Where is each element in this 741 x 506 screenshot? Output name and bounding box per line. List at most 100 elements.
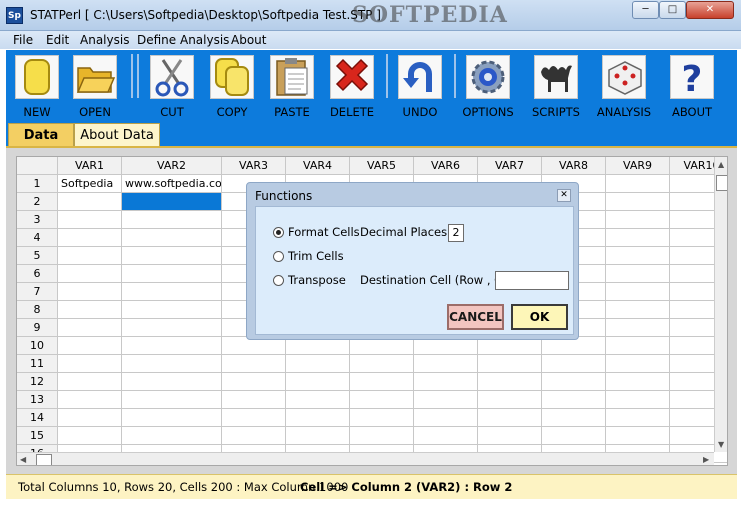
grid-cell[interactable] (606, 337, 670, 355)
analysis-button[interactable]: ANALYSIS (597, 53, 651, 119)
grid-cell[interactable]: Softpedia (58, 175, 122, 193)
grid-corner[interactable] (17, 157, 58, 175)
grid-cell[interactable] (414, 409, 478, 427)
grid-cell[interactable] (286, 391, 350, 409)
grid-cell[interactable] (414, 427, 478, 445)
grid-cell[interactable] (122, 211, 222, 229)
grid-cell[interactable] (58, 283, 122, 301)
copy-button[interactable]: COPY (206, 53, 258, 119)
scroll-left-icon[interactable]: ◀ (20, 455, 26, 464)
grid-cell[interactable] (122, 265, 222, 283)
vertical-scroll-thumb[interactable] (716, 175, 727, 191)
grid-cell[interactable] (542, 409, 606, 427)
grid-cell[interactable] (606, 373, 670, 391)
delete-button[interactable]: DELETE (326, 53, 378, 119)
grid-cell-selected[interactable] (122, 193, 222, 211)
grid-cell[interactable] (606, 301, 670, 319)
grid-cell[interactable] (414, 391, 478, 409)
grid-cell[interactable] (606, 247, 670, 265)
menu-define-analysis[interactable]: Define Analysis (137, 33, 229, 47)
row-header[interactable]: 9 (17, 319, 58, 337)
grid-cell[interactable] (58, 247, 122, 265)
grid-cell[interactable] (478, 373, 542, 391)
grid-cell[interactable] (542, 355, 606, 373)
grid-cell[interactable] (542, 427, 606, 445)
grid-cell[interactable] (350, 427, 414, 445)
grid-cell[interactable] (606, 409, 670, 427)
grid-cell[interactable] (606, 211, 670, 229)
grid-cell[interactable] (122, 319, 222, 337)
row-header[interactable]: 4 (17, 229, 58, 247)
grid-cell[interactable] (122, 229, 222, 247)
row-header[interactable]: 11 (17, 355, 58, 373)
grid-cell[interactable] (286, 373, 350, 391)
column-header[interactable]: VAR7 (478, 157, 542, 175)
horizontal-scroll-thumb[interactable] (36, 454, 52, 465)
grid-cell[interactable] (350, 373, 414, 391)
row-header[interactable]: 15 (17, 427, 58, 445)
open-button[interactable]: OPEN (69, 53, 121, 119)
app-icon[interactable]: Sp (6, 7, 23, 24)
column-header[interactable]: VAR2 (122, 157, 222, 175)
column-header[interactable]: VAR8 (542, 157, 606, 175)
grid-cell[interactable] (122, 391, 222, 409)
new-button[interactable]: NEW (11, 53, 63, 119)
scripts-button[interactable]: SCRIPTS (530, 53, 582, 119)
grid-cell[interactable] (122, 373, 222, 391)
grid-cell[interactable] (286, 427, 350, 445)
grid-cell[interactable] (58, 229, 122, 247)
column-header[interactable]: VAR9 (606, 157, 670, 175)
grid-cell[interactable] (58, 211, 122, 229)
grid-cell[interactable] (606, 283, 670, 301)
about-button[interactable]: ? ABOUT (666, 53, 718, 119)
menu-about[interactable]: About (231, 33, 266, 47)
grid-cell[interactable] (122, 301, 222, 319)
grid-cell[interactable] (478, 391, 542, 409)
grid-cell[interactable] (58, 355, 122, 373)
dialog-close-icon[interactable]: ✕ (557, 189, 571, 202)
grid-cell[interactable] (286, 355, 350, 373)
grid-cell[interactable] (606, 265, 670, 283)
menu-file[interactable]: File (13, 33, 33, 47)
row-header[interactable]: 2 (17, 193, 58, 211)
grid-cell[interactable] (122, 427, 222, 445)
row-header[interactable]: 6 (17, 265, 58, 283)
grid-cell[interactable] (286, 409, 350, 427)
row-header[interactable]: 1 (17, 175, 58, 193)
grid-cell[interactable] (58, 409, 122, 427)
column-header[interactable]: VAR4 (286, 157, 350, 175)
scroll-down-icon[interactable]: ▼ (718, 440, 724, 449)
column-header[interactable]: VAR5 (350, 157, 414, 175)
cut-button[interactable]: CUT (146, 53, 198, 119)
row-header[interactable]: 13 (17, 391, 58, 409)
grid-cell[interactable] (350, 355, 414, 373)
row-header[interactable]: 12 (17, 373, 58, 391)
grid-cell[interactable] (122, 355, 222, 373)
grid-cell[interactable] (606, 391, 670, 409)
grid-cell[interactable] (606, 175, 670, 193)
grid-cell[interactable] (478, 355, 542, 373)
paste-button[interactable]: PASTE (266, 53, 318, 119)
tab-about-data[interactable]: About Data (74, 123, 160, 148)
grid-cell[interactable] (222, 373, 286, 391)
row-header[interactable]: 7 (17, 283, 58, 301)
menu-edit[interactable]: Edit (46, 33, 69, 47)
grid-cell[interactable] (58, 301, 122, 319)
column-header[interactable]: VAR3 (222, 157, 286, 175)
cancel-button[interactable]: CANCEL (447, 304, 504, 330)
ok-button[interactable]: OK (511, 304, 568, 330)
grid-cell[interactable] (542, 373, 606, 391)
tab-data[interactable]: Data (8, 123, 74, 148)
row-header[interactable]: 10 (17, 337, 58, 355)
grid-cell[interactable] (58, 265, 122, 283)
destination-cell-input[interactable] (495, 271, 569, 290)
minimize-button[interactable]: ─ (632, 1, 659, 19)
scroll-right-icon[interactable]: ▶ (703, 455, 709, 464)
scroll-up-icon[interactable]: ▲ (718, 160, 724, 169)
undo-button[interactable]: UNDO (394, 53, 446, 119)
decimal-places-input[interactable]: 2 (448, 224, 464, 242)
row-header[interactable]: 5 (17, 247, 58, 265)
grid-cell[interactable] (58, 193, 122, 211)
grid-cell[interactable] (58, 427, 122, 445)
column-header[interactable]: VAR6 (414, 157, 478, 175)
